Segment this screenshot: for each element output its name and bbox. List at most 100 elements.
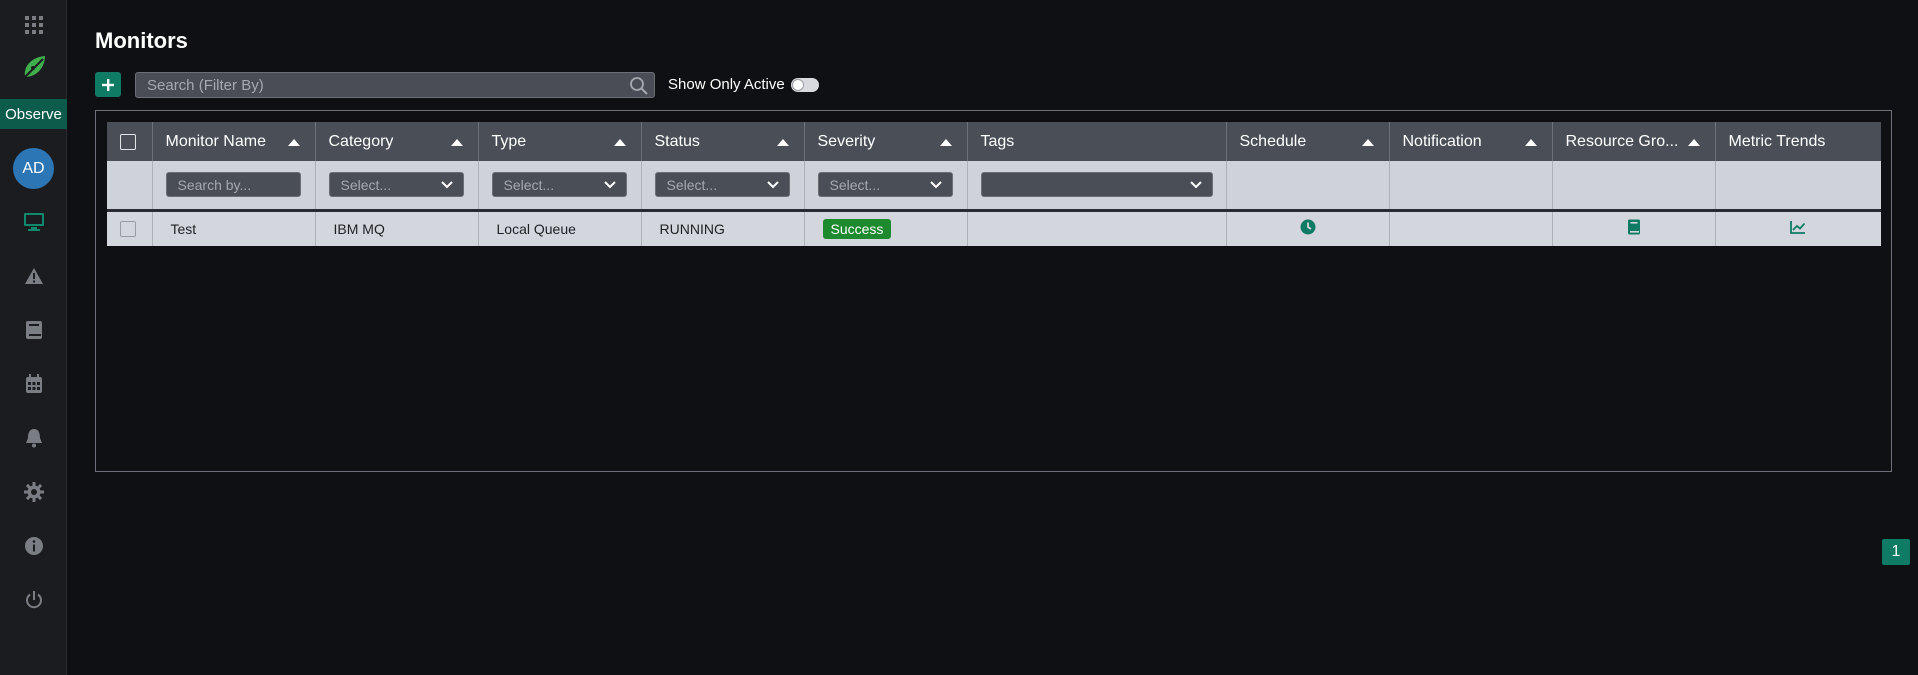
bell-icon[interactable]: [0, 423, 67, 453]
status-filter-select[interactable]: Select...: [654, 172, 790, 198]
column-label: Status: [654, 132, 700, 150]
monitor-icon[interactable]: [0, 207, 67, 237]
category-filter-select[interactable]: Select...: [328, 172, 464, 198]
cell-severity: Success: [804, 208, 968, 246]
select-placeholder: Select...: [340, 176, 392, 193]
select-placeholder: Select...: [829, 176, 881, 193]
filter-cell-name: Search by...: [152, 161, 316, 210]
column-label: Notification: [1402, 132, 1482, 150]
search-box: [135, 72, 655, 98]
chevron-down-icon: [603, 181, 616, 189]
type-filter-select[interactable]: Select...: [491, 172, 627, 198]
filter-row: Search by... Select... Select... Select.…: [107, 161, 1881, 210]
power-icon[interactable]: [0, 585, 67, 615]
avatar[interactable]: AD: [13, 148, 54, 189]
sidebar: Observe AD: [0, 0, 67, 675]
column-label: Severity: [817, 132, 876, 150]
column-label: Metric Trends: [1728, 132, 1826, 150]
sort-asc-icon[interactable]: [1524, 139, 1537, 146]
severity-filter-select[interactable]: Select...: [817, 172, 953, 198]
tags-filter-select[interactable]: [980, 172, 1213, 198]
select-all-cell: [107, 122, 153, 161]
column-header-tags[interactable]: Tags: [967, 122, 1227, 161]
column-label: Tags: [980, 132, 1015, 150]
filter-cell-resource-group: [1552, 161, 1716, 210]
table-row[interactable]: Test IBM MQ Local Queue RUNNING Success: [107, 208, 1881, 246]
monitors-table: Monitor Name Category Type Status Severi…: [107, 122, 1881, 246]
column-header-notification[interactable]: Notification: [1389, 122, 1553, 161]
alert-triangle-icon[interactable]: [0, 261, 67, 291]
status-badge: Success: [822, 218, 892, 239]
cell-resource-group: [1552, 208, 1716, 246]
chevron-down-icon: [929, 181, 942, 189]
filter-cell-tags: [967, 161, 1227, 210]
select-placeholder: Select...: [503, 176, 555, 193]
chevron-down-icon: [1189, 181, 1202, 189]
filter-cell-notification: [1389, 161, 1553, 210]
cell-metric-trends: [1715, 208, 1881, 246]
pagination-page-button[interactable]: 1: [1882, 539, 1910, 565]
filter-cell-severity: Select...: [804, 161, 968, 210]
column-header-metric-trends[interactable]: Metric Trends: [1715, 122, 1881, 161]
cell-monitor-name[interactable]: Test: [152, 208, 316, 246]
info-icon[interactable]: [0, 531, 67, 561]
monitors-grid: Monitor Name Category Type Status Severi…: [95, 110, 1910, 565]
clock-icon[interactable]: [1300, 219, 1316, 235]
main-content: Monitors Show Only Active Monitor Name C…: [67, 0, 1918, 675]
book-icon[interactable]: [1627, 219, 1641, 235]
row-select-cell: [107, 208, 153, 246]
gear-icon[interactable]: [0, 477, 67, 507]
line-chart-icon[interactable]: [1790, 220, 1806, 235]
cell-schedule: [1226, 208, 1390, 246]
toggle-knob: [792, 79, 804, 91]
cell-notification: [1389, 208, 1553, 246]
table-header-row: Monitor Name Category Type Status Severi…: [107, 122, 1881, 161]
plus-icon: [102, 78, 114, 91]
column-label: Type: [491, 132, 527, 150]
cell-type: Local Queue: [478, 208, 642, 246]
book-icon[interactable]: [0, 315, 67, 345]
sort-asc-icon[interactable]: [450, 139, 463, 146]
sort-asc-icon[interactable]: [287, 139, 300, 146]
name-filter-input[interactable]: Search by...: [165, 172, 301, 198]
sidebar-section-observe[interactable]: Observe: [0, 99, 67, 129]
show-only-active-toggle[interactable]: [791, 78, 819, 92]
search-input[interactable]: [136, 73, 654, 97]
row-checkbox[interactable]: [120, 220, 136, 237]
sort-asc-icon[interactable]: [613, 139, 626, 146]
column-label: Category: [328, 132, 394, 150]
column-header-category[interactable]: Category: [315, 122, 479, 161]
search-icon[interactable]: [629, 76, 649, 101]
column-header-monitor-name[interactable]: Monitor Name: [152, 122, 316, 161]
cell-category: IBM MQ: [315, 208, 479, 246]
select-placeholder: Select...: [666, 176, 718, 193]
filter-cell-metric-trends: [1715, 161, 1881, 210]
calendar-icon[interactable]: [0, 369, 67, 399]
column-header-status[interactable]: Status: [641, 122, 805, 161]
column-header-type[interactable]: Type: [478, 122, 642, 161]
column-label: Schedule: [1239, 132, 1307, 150]
page-title: Monitors: [95, 28, 188, 53]
column-header-schedule[interactable]: Schedule: [1226, 122, 1390, 161]
chevron-down-icon: [440, 181, 453, 189]
column-header-resource-group[interactable]: Resource Gro...: [1552, 122, 1716, 161]
apps-grid-icon[interactable]: [0, 10, 67, 40]
column-label: Monitor Name: [165, 132, 266, 150]
cell-status: RUNNING: [641, 208, 805, 246]
add-monitor-button[interactable]: [95, 72, 121, 97]
filter-cell-type: Select...: [478, 161, 642, 210]
select-all-checkbox[interactable]: [120, 133, 136, 150]
sort-asc-icon[interactable]: [939, 139, 952, 146]
sort-asc-icon[interactable]: [1687, 139, 1700, 146]
show-only-active-label: Show Only Active: [668, 76, 785, 93]
filter-cell-category: Select...: [315, 161, 479, 210]
sort-asc-icon[interactable]: [1361, 139, 1374, 146]
filter-cell-schedule: [1226, 161, 1390, 210]
column-label: Resource Gro...: [1565, 132, 1679, 150]
leaf-logo-icon: [0, 52, 67, 82]
chevron-down-icon: [766, 181, 779, 189]
cell-tags: [967, 208, 1227, 246]
sort-asc-icon[interactable]: [776, 139, 789, 146]
column-header-severity[interactable]: Severity: [804, 122, 968, 161]
filter-cell-status: Select...: [641, 161, 805, 210]
